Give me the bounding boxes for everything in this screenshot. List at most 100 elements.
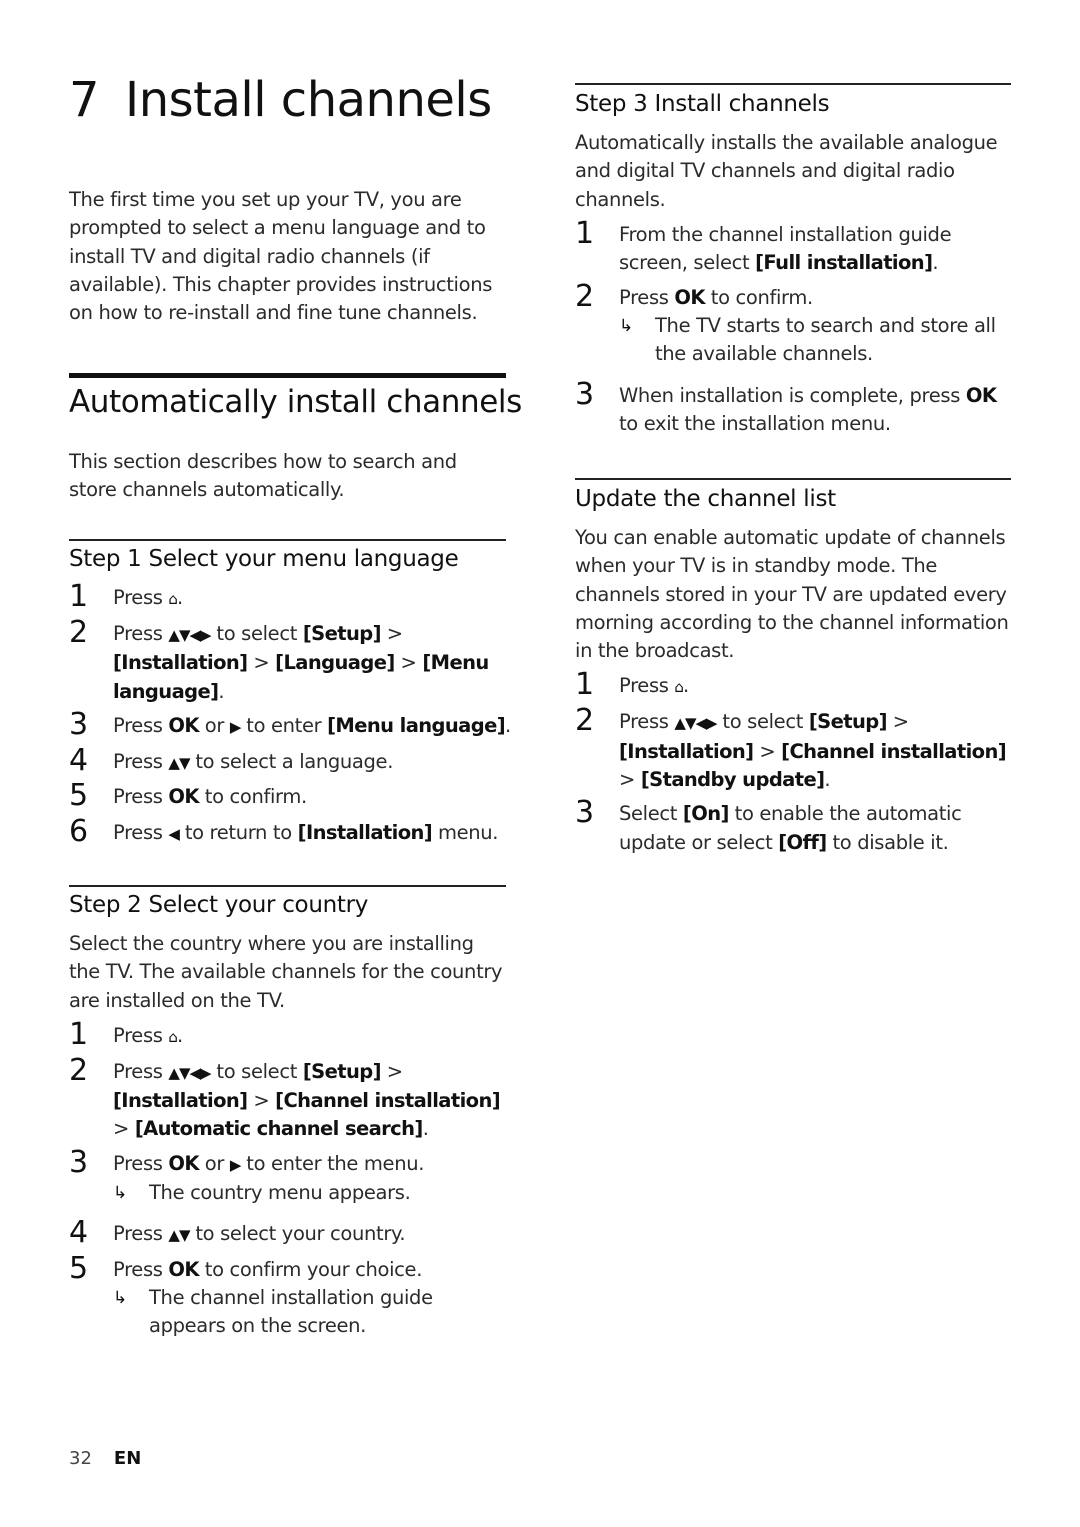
text: Press	[113, 714, 169, 737]
text: to confirm your choice.	[198, 1257, 423, 1281]
separator: >	[247, 651, 276, 675]
result-arrow-icon: ↳	[113, 1288, 127, 1309]
step2-block: Step 2 Select your country Select the co…	[69, 885, 506, 1341]
step-number: 1	[575, 215, 595, 251]
option-off: [Off]	[778, 830, 827, 854]
step-rule	[69, 539, 506, 541]
step-number: 2	[69, 1052, 89, 1088]
menu-path-item: [Setup]	[302, 622, 382, 645]
text: to select your country.	[189, 1221, 406, 1245]
menu-target: [Installation]	[297, 821, 433, 844]
list-item: 2 Press ▲▼◀▶ to select [Setup] > [Instal…	[69, 617, 506, 712]
text: .	[505, 714, 511, 737]
key-ok: OK	[168, 1257, 199, 1281]
step-text: Press OK to confirm your choice.	[113, 1256, 506, 1284]
step-text: Press ▲▼◀▶ to select [Setup] > [Installa…	[619, 708, 1011, 794]
result-text: The TV starts to search and store all th…	[655, 314, 996, 366]
section-intro: This section describes how to search and…	[69, 450, 457, 502]
menu-path-item: [Installation]	[619, 739, 754, 763]
text: .	[682, 674, 689, 698]
separator: >	[886, 710, 909, 734]
page-number: 32	[69, 1448, 92, 1469]
list-item: 2 Press ▲▼◀▶ to select [Setup] > [Instal…	[69, 1052, 506, 1150]
text: .	[932, 251, 939, 275]
list-item: 3 When installation is complete, press O…	[575, 376, 1011, 439]
step-number: 5	[69, 778, 89, 813]
list-item: 5 Press OK to confirm your choice. ↳ The …	[69, 1252, 506, 1341]
step-number: 3	[575, 795, 595, 831]
menu-path-item: [Automatic channel search]	[134, 1117, 423, 1141]
key-ok: OK	[168, 785, 199, 808]
separator: >	[753, 739, 782, 763]
step-text: Press ▲▼◀▶ to select [Setup] > [Installa…	[113, 1058, 506, 1144]
key-ok: OK	[168, 714, 199, 737]
update-list: 1 Press ⌂. 2 Press ▲▼◀▶ to select [Setup…	[575, 669, 1011, 857]
menu-path-item: [Installation]	[113, 651, 248, 675]
list-item: 5 Press OK to confirm.	[69, 778, 506, 819]
text: Press	[113, 1023, 169, 1047]
menu-path-item: [Channel installation]	[275, 1089, 501, 1113]
result-arrow-icon: ↳	[113, 1183, 127, 1204]
menu-path-item: [Installation]	[113, 1089, 248, 1113]
text: When installation is complete, press	[619, 383, 966, 407]
step-number: 2	[575, 703, 595, 739]
step-number: 3	[69, 707, 89, 742]
section-rule	[69, 373, 506, 378]
list-item: 3 Press OK or ▶ to enter [Menu language]…	[69, 707, 511, 748]
right-arrow-icon: ▶	[229, 718, 242, 736]
update-block: Update the channel list You can enable a…	[575, 478, 1011, 857]
text: Press	[113, 821, 169, 844]
text: Press	[619, 674, 675, 698]
text: to select	[210, 1059, 303, 1083]
text: to disable it.	[826, 830, 949, 854]
language-code: EN	[113, 1448, 142, 1469]
step1-list: 1 Press ⌂. 2 Press ▲▼◀▶ to select [Setup…	[69, 581, 511, 855]
list-item: 2 Press OK to confirm. ↳ The TV starts to…	[575, 280, 1011, 382]
text: to confirm.	[198, 785, 307, 808]
step-rule	[575, 83, 1011, 85]
step-text: Press ◀ to return to [Installation] menu…	[113, 819, 506, 848]
step-number: 1	[69, 1016, 89, 1052]
arrow-keys-icon: ▲▼◀▶	[674, 714, 717, 733]
result-text: The country menu appears.	[149, 1181, 411, 1205]
separator: >	[247, 1089, 276, 1113]
step-rule	[69, 885, 506, 887]
list-item: 1 Press ⌂.	[575, 669, 1011, 708]
text: to select	[716, 710, 809, 734]
text: Press	[113, 1257, 169, 1281]
step-result: ↳ The country menu appears.	[113, 1179, 506, 1207]
page-footer: 32 EN	[69, 1448, 141, 1469]
menu-path-item: [Channel installation]	[781, 739, 1007, 763]
option-on: [On]	[682, 802, 729, 826]
step-text: Press OK to confirm.	[619, 284, 1011, 312]
text: Press	[113, 785, 169, 808]
text: Press	[619, 710, 675, 734]
text: to select a language.	[189, 750, 394, 773]
step-text: Select [On] to enable the automatic upda…	[619, 800, 1011, 857]
update-title: Update the channel list	[575, 486, 836, 512]
step-number: 3	[575, 376, 595, 412]
step3-intro: Automatically installs the available ana…	[575, 131, 998, 211]
menu-path-item: [Setup]	[302, 1059, 382, 1083]
text: Press	[113, 1151, 169, 1175]
text: .	[176, 586, 183, 609]
text: Press	[113, 622, 169, 645]
step-text: Press ⌂.	[113, 584, 506, 613]
list-item: 1 Press ⌂.	[69, 581, 506, 620]
arrow-keys-icon: ▲▼◀▶	[168, 626, 211, 644]
step-text: Press ▲▼◀▶ to select [Setup] > [Installa…	[113, 620, 506, 706]
text: to exit the installation menu.	[619, 412, 891, 436]
step-result: ↳ The channel installation guide appears …	[113, 1284, 506, 1341]
text: menu.	[432, 821, 499, 844]
key-ok: OK	[965, 383, 997, 407]
list-item: 4 Press ▲▼ to select your country.	[69, 1216, 506, 1256]
separator: >	[394, 651, 423, 675]
step-text: Press OK to confirm.	[113, 783, 506, 811]
up-down-arrows-icon: ▲▼	[168, 1225, 190, 1244]
step1-block: Step 1 Select your menu language 1 Press…	[69, 539, 511, 855]
step3-block: Step 3 Install channels Automatically in…	[575, 83, 1011, 438]
step2-list: 1 Press ⌂. 2 Press ▲▼◀▶ to select [Setup…	[69, 1016, 506, 1341]
list-item: 2 Press ▲▼◀▶ to select [Setup] > [Instal…	[575, 703, 1011, 800]
text: Press	[113, 586, 169, 609]
step-rule	[575, 478, 1011, 480]
